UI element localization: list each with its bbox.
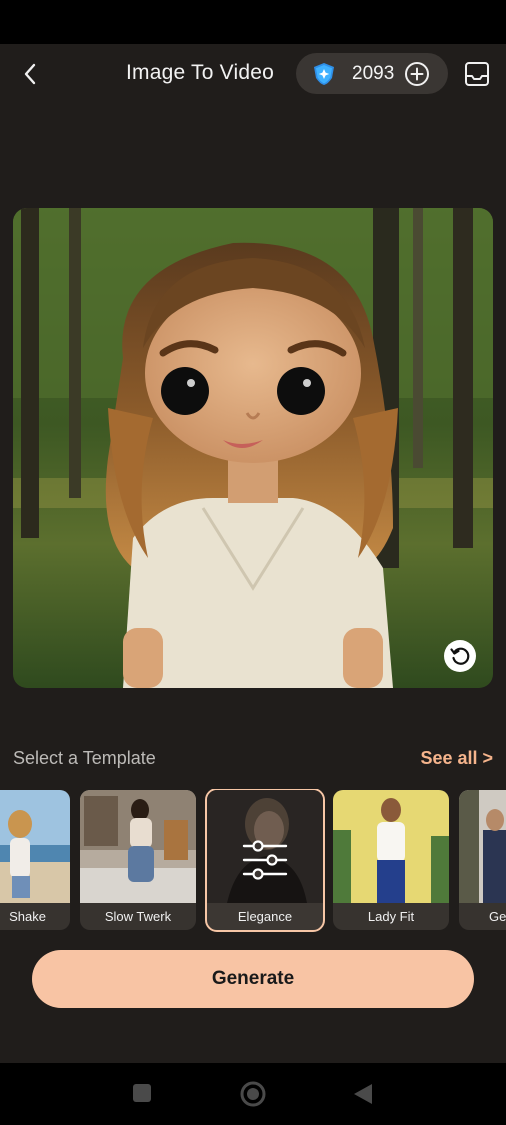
template-strip[interactable]: Shake Slow Twerk Elegance Lady Fit Ge — [0, 789, 506, 933]
credits-pill[interactable]: 2093 — [296, 53, 448, 94]
template-label: Ge — [489, 909, 506, 924]
template-label: Elegance — [237, 909, 293, 924]
template-thumbnail — [0, 790, 70, 903]
shield-gem-icon — [314, 63, 334, 85]
generate-button[interactable]: Generate — [32, 950, 474, 1008]
inbox-tray-icon[interactable] — [462, 59, 492, 89]
portrait-image — [13, 208, 493, 688]
system-nav-bar — [0, 1063, 506, 1125]
template-label: Shake — [9, 909, 46, 924]
chevron-left-icon — [24, 63, 36, 85]
template-card-ge[interactable]: Ge — [459, 790, 506, 930]
template-label: Slow Twerk — [104, 909, 172, 924]
rotate-ccw-icon — [450, 647, 470, 665]
page-title: Image To Video — [126, 61, 274, 84]
back-button[interactable] — [14, 58, 46, 90]
source-image-preview[interactable] — [13, 208, 493, 688]
template-thumbnail — [333, 790, 449, 903]
credits-count: 2093 — [352, 63, 395, 84]
back-triangle-icon[interactable] — [352, 1082, 374, 1106]
generate-label: Generate — [211, 968, 295, 989]
rotate-button[interactable] — [444, 640, 476, 672]
template-card-lady-fit[interactable]: Lady Fit — [333, 790, 449, 930]
see-all-link[interactable]: See all > — [420, 748, 493, 769]
sliders-icon — [242, 840, 288, 880]
status-bar — [0, 0, 506, 44]
template-card-elegance[interactable]: Elegance — [205, 789, 325, 932]
template-card-slow-twerk[interactable]: Slow Twerk — [80, 790, 196, 930]
section-title: Select a Template — [13, 748, 156, 768]
recents-square-icon[interactable] — [132, 1083, 152, 1103]
template-label: Lady Fit — [367, 909, 415, 924]
template-section-header: Select a Template See all > — [13, 748, 493, 772]
template-card-shake[interactable]: Shake — [0, 790, 70, 930]
home-circle-icon[interactable] — [240, 1081, 266, 1107]
template-thumbnail — [459, 790, 506, 903]
plus-circle-icon[interactable] — [404, 61, 430, 87]
template-thumbnail — [80, 790, 196, 903]
header: Image To Video 2093 — [0, 44, 506, 104]
